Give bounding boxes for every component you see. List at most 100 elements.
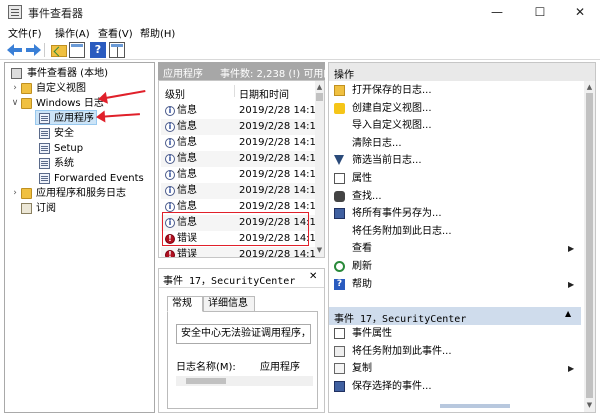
table-row[interactable]: 信息 2019/2/28 14:15	[161, 135, 324, 151]
scroll-thumb[interactable]	[316, 93, 323, 101]
action-item[interactable]: 事件属性	[329, 325, 579, 342]
datetime-cell: 2019/2/28 14:15	[239, 137, 323, 148]
scroll-thumb[interactable]	[186, 378, 226, 384]
detail-hscrollbar[interactable]	[176, 376, 313, 386]
chevron-right-icon[interactable]: ›	[10, 81, 20, 96]
toolbar-divider	[44, 43, 45, 57]
grid-view-icon[interactable]	[69, 42, 85, 58]
tree-item-label: 应用程序	[54, 113, 94, 124]
tab-general[interactable]: 常规	[167, 296, 203, 312]
subscription-icon	[21, 203, 32, 214]
folder-icon	[21, 188, 32, 199]
menu-action[interactable]: 操作(A)	[55, 25, 90, 40]
action-item[interactable]: 创建自定义视图...	[329, 100, 579, 117]
action-label: 查找...	[352, 190, 382, 202]
table-row[interactable]: 信息 2019/2/28 14:15	[161, 167, 324, 183]
refresh-icon	[334, 261, 345, 272]
action-label: 复制	[352, 363, 372, 375]
action-item[interactable]: 将所有事件另存为...	[329, 205, 579, 222]
action-item[interactable]: 属性	[329, 170, 579, 187]
level-cell: 信息	[177, 153, 197, 164]
level-cell: 信息	[177, 121, 197, 132]
help-icon[interactable]: ?	[90, 42, 106, 58]
table-row[interactable]: 信息 2019/2/28 14:15	[161, 183, 324, 199]
minimize-button[interactable]: —	[477, 0, 517, 24]
action-item[interactable]: 导入自定义视图...	[329, 117, 579, 134]
maximize-button[interactable]: ☐	[520, 0, 560, 24]
taskbar-fragment	[440, 404, 510, 408]
scroll-down-icon[interactable]: ▼	[315, 246, 324, 254]
menu-view[interactable]: 查看(V)	[98, 25, 133, 40]
scroll-up-icon[interactable]: ▲	[315, 83, 324, 91]
action-item[interactable]: 将任务附加到此事件...	[329, 343, 579, 360]
tree-item-subscriptions[interactable]: 订阅	[9, 201, 149, 216]
action-item[interactable]: 筛选当前日志...	[329, 152, 579, 169]
tree-item-setup[interactable]: Setup	[39, 141, 149, 156]
action-item[interactable]: 打开保存的日志...	[329, 82, 579, 99]
column-header-level[interactable]: 级别	[165, 86, 185, 101]
info-icon	[165, 199, 175, 215]
folder-icon[interactable]	[50, 42, 67, 58]
back-arrow-icon[interactable]	[7, 42, 23, 58]
action-item[interactable]: 复制 ▶	[329, 360, 579, 377]
copy-icon	[334, 363, 345, 375]
level-cell: 信息	[177, 105, 197, 116]
info-icon	[165, 167, 175, 183]
actions-scrollbar[interactable]: ▲ ▼	[584, 81, 595, 412]
chevron-right-icon[interactable]: ›	[10, 186, 20, 201]
menu-file[interactable]: 文件(F)	[8, 25, 42, 40]
tree-item-system[interactable]: 系统	[39, 156, 149, 171]
action-item[interactable]: ? 帮助 ▶	[329, 276, 579, 293]
table-row[interactable]: 信息 2019/2/28 14:15	[161, 103, 324, 119]
tree-item-label: 订阅	[36, 203, 56, 214]
actions-header: 操作	[329, 63, 595, 81]
chevron-down-icon[interactable]: ∨	[10, 96, 20, 111]
action-item[interactable]: 查看 ▶	[329, 240, 579, 257]
table-row[interactable]: 错误 2019/2/28 14:15	[161, 247, 324, 257]
scroll-up-icon[interactable]: ▲	[585, 83, 594, 91]
table-row[interactable]: 信息 2019/2/28 14:15	[161, 151, 324, 167]
action-item[interactable]: 保存选择的事件...	[329, 378, 579, 395]
close-button[interactable]: ✕	[560, 0, 600, 24]
tree-root[interactable]: 事件查看器 (本地)	[9, 66, 149, 81]
event-list-scrollbar[interactable]: ▲ ▼	[315, 81, 324, 257]
action-label: 导入自定义视图...	[352, 120, 432, 132]
log-pane-header: 应用程序 事件数: 2,238 (!) 可用的...	[158, 62, 343, 80]
tab-details[interactable]: 详细信息	[203, 296, 255, 312]
action-item[interactable]: 清除日志...	[329, 135, 579, 152]
action-label: 保存选择的事件...	[352, 380, 432, 392]
action-item[interactable]: 刷新	[329, 258, 579, 275]
open-log-icon	[334, 85, 345, 96]
forward-arrow-icon[interactable]	[25, 42, 41, 58]
pane-toggle-icon[interactable]	[109, 42, 125, 58]
action-label: 刷新	[352, 261, 372, 272]
close-icon[interactable]: ✕	[309, 271, 317, 282]
tree-item-app-services[interactable]: › 应用程序和服务日志	[9, 186, 151, 201]
info-icon	[165, 151, 175, 167]
column-header-datetime[interactable]: 日期和时间	[239, 86, 289, 101]
tab-panel-general: 安全中心无法验证调用程序，错 日志名称(M): 应用程序	[167, 311, 318, 409]
action-label: 事件属性	[352, 328, 392, 339]
level-cell: 信息	[177, 137, 197, 148]
event-viewer-window: 事件查看器 — ☐ ✕ 文件(F) 操作(A) 查看(V) 帮助(H) ? 事件…	[0, 0, 600, 417]
error-icon	[165, 247, 175, 257]
menu-bar: 文件(F) 操作(A) 查看(V) 帮助(H)	[0, 24, 600, 40]
scroll-thumb[interactable]	[586, 93, 593, 398]
tree-item-label: 自定义视图	[36, 83, 86, 94]
collapse-icon[interactable]: ▲	[565, 309, 571, 318]
event-actions-header[interactable]: 事件 17，SecurityCenter ▲	[329, 307, 581, 325]
action-item[interactable]: 将任务附加到此日志...	[329, 223, 579, 240]
scroll-down-icon[interactable]: ▼	[585, 401, 594, 409]
action-label: 将任务附加到此日志...	[352, 225, 452, 237]
table-row[interactable]: 信息 2019/2/28 14:15	[161, 119, 324, 135]
tree-item-windows-logs[interactable]: ∨ Windows 日志	[9, 96, 149, 111]
action-item[interactable]: 查找...	[329, 188, 579, 205]
tree-item-security[interactable]: 安全	[39, 126, 149, 141]
attach-task-icon	[334, 345, 345, 357]
event-actions-title: 事件 17，SecurityCenter	[334, 314, 467, 325]
column-divider[interactable]	[234, 85, 235, 97]
menu-help[interactable]: 帮助(H)	[140, 25, 175, 40]
window-title: 事件查看器	[28, 7, 83, 20]
action-label: 帮助	[352, 278, 372, 290]
tree-item-forwarded-events[interactable]: Forwarded Events	[39, 171, 151, 186]
